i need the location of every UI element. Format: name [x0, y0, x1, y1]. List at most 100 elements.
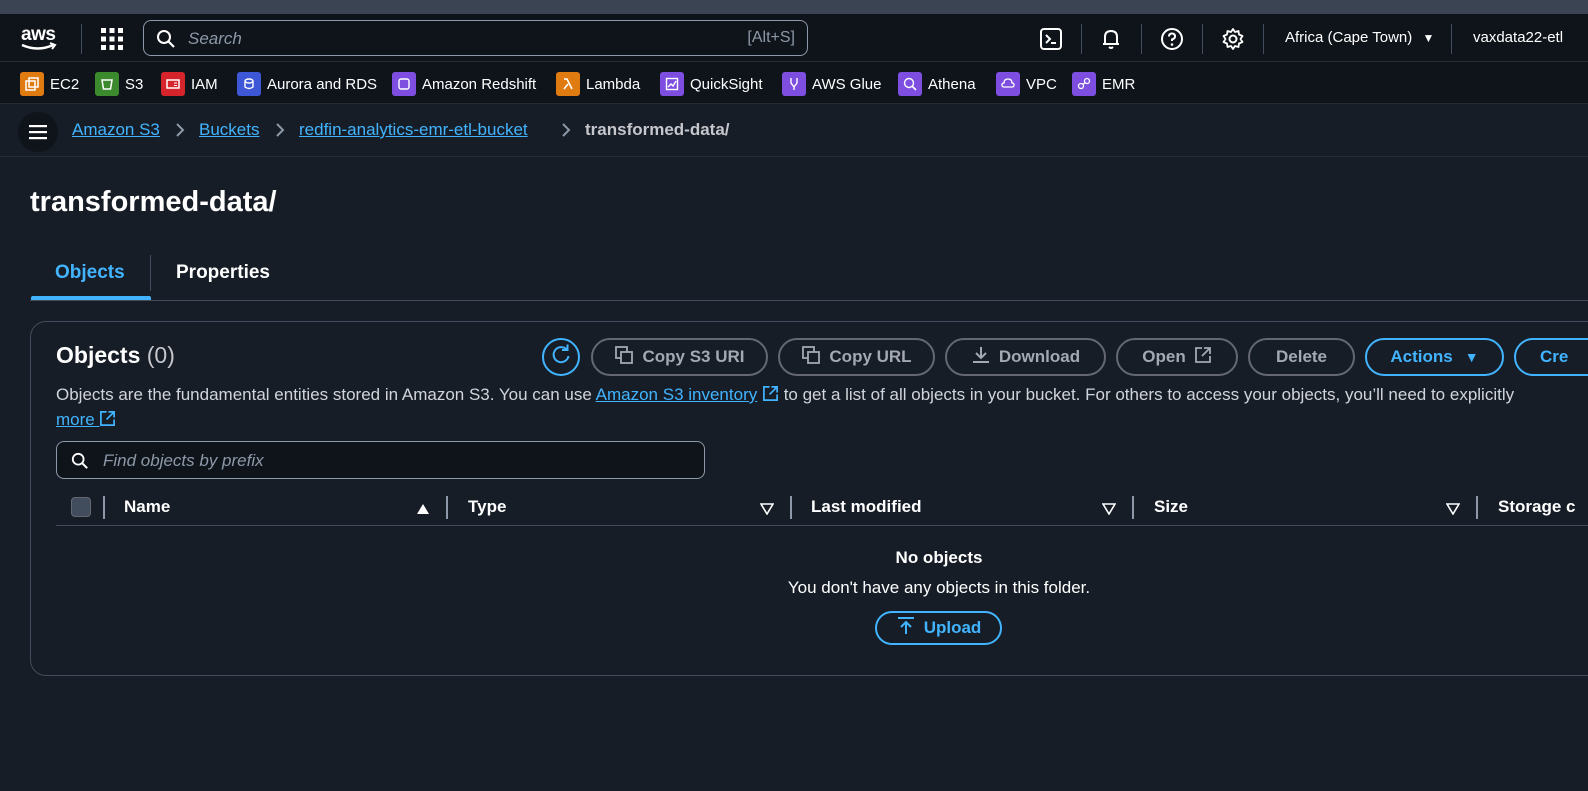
chevron-right-icon: [560, 122, 572, 143]
nav-divider: [1263, 24, 1264, 54]
favorite-ec2[interactable]: EC2: [20, 72, 79, 96]
create-folder-button[interactable]: Cre: [1514, 338, 1588, 376]
chevron-right-icon: [174, 122, 186, 143]
favorite-glue[interactable]: AWS Glue: [782, 72, 881, 96]
aws-logo[interactable]: aws: [20, 24, 62, 54]
iam-icon: [161, 72, 185, 96]
sort-icon[interactable]: [1445, 502, 1461, 520]
search-placeholder: Search: [188, 29, 242, 48]
tabs-divider: [30, 300, 1588, 301]
redshift-icon: [392, 72, 416, 96]
breadcrumb-bucket[interactable]: redfin-analytics-emr-etl-bucket: [299, 120, 528, 140]
favorite-emr[interactable]: EMR: [1072, 72, 1135, 96]
sort-icon[interactable]: [759, 502, 775, 520]
copy-icon: [801, 345, 821, 370]
column-divider[interactable]: [1476, 496, 1478, 519]
page-title: transformed-data/: [30, 186, 277, 218]
browser-top-strip: [0, 0, 1588, 14]
sort-ascending-icon[interactable]: [416, 502, 430, 520]
breadcrumb-amazon-s3[interactable]: Amazon S3: [72, 120, 160, 140]
nav-divider: [81, 24, 82, 54]
caret-down-icon: ▼: [1464, 349, 1479, 365]
cloudshell-icon[interactable]: [1038, 26, 1064, 52]
column-header-name[interactable]: Name: [124, 497, 170, 517]
ec2-icon: [20, 72, 44, 96]
actions-dropdown[interactable]: Actions ▼: [1365, 338, 1504, 376]
favorite-iam[interactable]: IAM: [161, 72, 218, 96]
tab-properties[interactable]: Properties: [176, 262, 270, 284]
refresh-button[interactable]: [542, 338, 580, 376]
favorite-vpc[interactable]: VPC: [996, 72, 1057, 96]
copy-icon: [614, 345, 634, 370]
nav-divider: [1081, 24, 1082, 54]
column-divider: [103, 496, 105, 519]
upload-button[interactable]: Upload: [875, 611, 1002, 645]
breadcrumb-current: transformed-data/: [585, 120, 730, 139]
nav-divider: [1141, 24, 1142, 54]
favorite-lambda[interactable]: Lambda: [556, 72, 640, 96]
objects-description: Objects are the fundamental entities sto…: [56, 385, 1515, 404]
favorite-s3[interactable]: S3: [95, 72, 143, 96]
sort-icon[interactable]: [1101, 502, 1117, 520]
favorite-aurora-rds[interactable]: Aurora and RDS: [237, 72, 377, 96]
external-link-icon: [762, 385, 779, 404]
chevron-right-icon: [274, 122, 286, 143]
tab-objects[interactable]: Objects: [55, 262, 125, 284]
global-search[interactable]: Search [Alt+S]: [143, 20, 808, 56]
tab-divider: [150, 255, 151, 291]
delete-button[interactable]: Delete: [1248, 338, 1355, 376]
refresh-icon: [550, 344, 572, 371]
quicksight-icon: [660, 72, 684, 96]
menu-hamburger-icon[interactable]: [18, 112, 58, 152]
column-divider[interactable]: [790, 496, 792, 519]
region-label: Africa (Cape Town): [1285, 29, 1413, 46]
favorite-redshift[interactable]: Amazon Redshift: [392, 72, 536, 96]
s3-icon: [95, 72, 119, 96]
nav-divider: [1451, 24, 1452, 54]
external-link-icon: [99, 410, 116, 429]
search-icon: [156, 29, 176, 54]
column-header-size[interactable]: Size: [1154, 497, 1188, 517]
rds-icon: [237, 72, 261, 96]
empty-state-title: No objects: [895, 548, 983, 567]
notifications-bell-icon[interactable]: [1098, 26, 1124, 52]
search-shortcut: [Alt+S]: [747, 29, 795, 46]
search-icon: [71, 452, 89, 475]
upload-icon: [896, 616, 916, 641]
favorite-quicksight[interactable]: QuickSight: [660, 72, 763, 96]
breadcrumb-buckets[interactable]: Buckets: [199, 120, 259, 140]
find-objects-input[interactable]: Find objects by prefix: [56, 441, 705, 479]
empty-state-message: You don't have any objects in this folde…: [787, 578, 1091, 597]
settings-gear-icon[interactable]: [1220, 26, 1246, 52]
breadcrumb: Amazon S3 Buckets redfin-analytics-emr-e…: [0, 104, 1588, 157]
column-divider[interactable]: [1132, 496, 1134, 519]
top-navigation: aws Search [Alt+S] Africa (Cape Town) ▼ …: [0, 14, 1588, 62]
find-objects-placeholder: Find objects by prefix: [103, 451, 264, 470]
objects-panel-title: Objects (0): [56, 342, 175, 368]
region-selector[interactable]: Africa (Cape Town) ▼: [1285, 29, 1434, 46]
download-icon: [971, 345, 991, 370]
copy-s3-uri-button[interactable]: Copy S3 URI: [591, 338, 768, 376]
nav-divider: [1202, 24, 1203, 54]
account-menu[interactable]: vaxdata22-etl: [1473, 29, 1563, 46]
vpc-icon: [996, 72, 1020, 96]
caret-down-icon: ▼: [1422, 31, 1435, 45]
select-all-checkbox[interactable]: [71, 497, 91, 517]
learn-more-link[interactable]: more: [56, 407, 116, 432]
column-divider[interactable]: [446, 496, 448, 519]
download-button[interactable]: Download: [945, 338, 1106, 376]
external-link-icon: [1194, 346, 1212, 369]
lambda-icon: [556, 72, 580, 96]
column-header-storage-class[interactable]: Storage c: [1498, 497, 1575, 517]
column-header-type[interactable]: Type: [468, 497, 506, 517]
services-grid-icon[interactable]: [100, 27, 124, 51]
objects-count: (0): [146, 342, 175, 368]
favorite-athena[interactable]: Athena: [898, 72, 976, 96]
athena-icon: [898, 72, 922, 96]
copy-url-button[interactable]: Copy URL: [778, 338, 935, 376]
emr-icon: [1072, 72, 1096, 96]
open-button[interactable]: Open: [1116, 338, 1238, 376]
column-header-last-modified[interactable]: Last modified: [811, 497, 922, 517]
s3-inventory-link[interactable]: Amazon S3 inventory: [596, 385, 758, 404]
help-icon[interactable]: [1159, 26, 1185, 52]
